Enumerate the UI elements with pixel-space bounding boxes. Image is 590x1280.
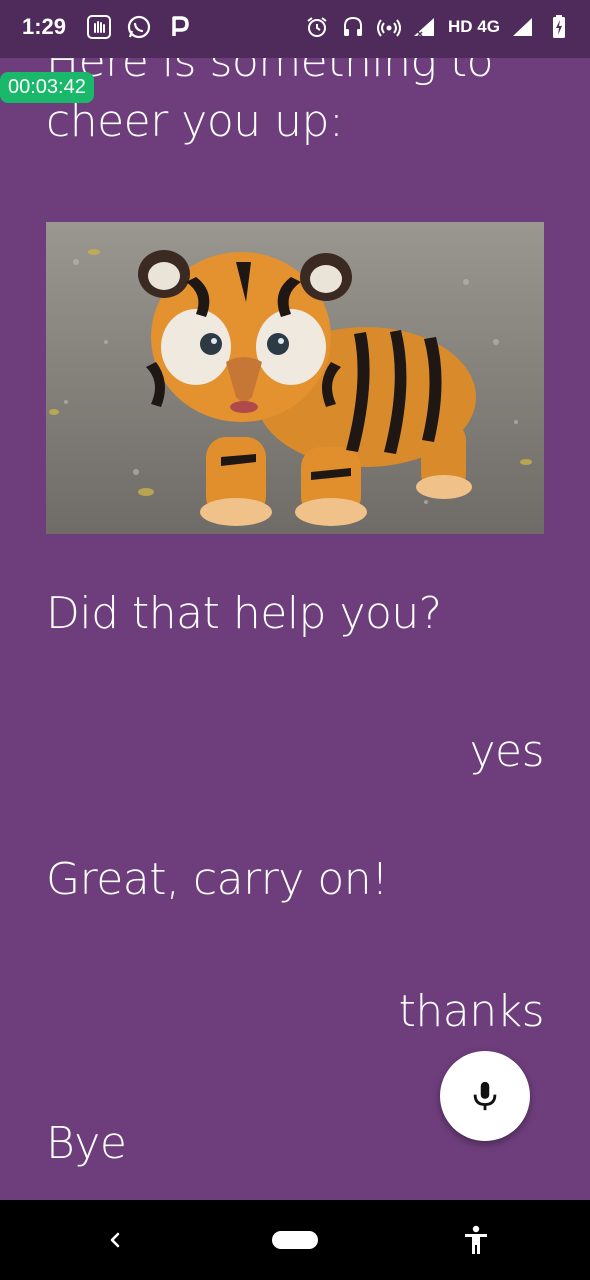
home-pill[interactable]: [272, 1231, 318, 1249]
notification-icons: [86, 14, 192, 40]
hotspot-icon: [376, 14, 402, 40]
navigation-bar: [0, 1200, 590, 1280]
user-message: yes: [469, 726, 544, 777]
parking-icon: [166, 14, 192, 40]
hand-app-icon: [86, 14, 112, 40]
bot-message: Did that help you?: [46, 588, 442, 639]
tiger-cub-image: [46, 222, 544, 534]
status-bar: 1:29 HD 4G: [0, 0, 590, 58]
microphone-button[interactable]: [440, 1051, 530, 1141]
battery-charging-icon: [546, 14, 572, 40]
headset-icon: [340, 14, 366, 40]
wifi-signal-icon: [412, 14, 438, 40]
screen: Here is something to cheer you up: Did t…: [0, 0, 590, 1280]
user-message: thanks: [398, 986, 545, 1037]
cell-signal-icon: [510, 14, 536, 40]
alarm-icon: [304, 14, 330, 40]
network-type: HD 4G: [448, 17, 500, 36]
recording-timer: 00:03:42: [0, 72, 94, 103]
chat-area[interactable]: Here is something to cheer you up: Did t…: [0, 0, 590, 1200]
whatsapp-icon: [126, 14, 152, 40]
accessibility-icon[interactable]: [460, 1224, 492, 1256]
microphone-icon: [473, 1081, 497, 1111]
bot-message: Great, carry on!: [46, 854, 389, 905]
system-icons: HD 4G: [304, 14, 572, 40]
bot-message: Bye: [46, 1118, 127, 1169]
status-time: 1:29: [22, 14, 67, 39]
back-icon[interactable]: [100, 1224, 130, 1256]
